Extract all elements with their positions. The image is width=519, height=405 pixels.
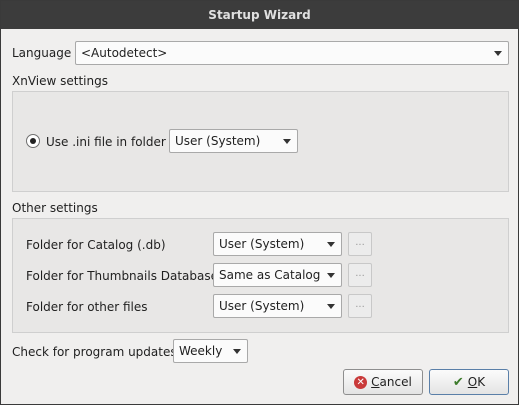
other-files-folder-select[interactable]: User (System): [213, 294, 342, 318]
use-ini-radio[interactable]: [26, 134, 40, 148]
catalog-folder-select-value: User (System): [219, 237, 305, 251]
language-select[interactable]: <Autodetect>: [75, 41, 509, 65]
thumbnails-folder-select-value: Same as Catalog: [219, 268, 321, 282]
language-label: Language: [12, 46, 72, 60]
cancel-button-label: Cancel: [371, 375, 412, 389]
ini-folder-select-value: User (System): [175, 134, 261, 148]
language-select-value: <Autodetect>: [81, 46, 168, 60]
radio-selected-dot: [30, 138, 36, 144]
cancel-button[interactable]: ✕ Cancel: [343, 369, 423, 395]
ok-mnemonic: O: [467, 375, 478, 389]
catalog-folder-select[interactable]: User (System): [213, 232, 342, 256]
other-settings-header: Other settings: [12, 201, 98, 215]
xnview-settings-header: XnView settings: [12, 74, 108, 88]
chevron-down-icon: [233, 349, 241, 354]
ok-button[interactable]: ✔ OK: [429, 369, 509, 395]
updates-frequency-select[interactable]: Weekly: [173, 339, 248, 363]
cancel-label-rest: ancel: [379, 375, 412, 389]
cancel-mnemonic: C: [371, 375, 380, 389]
ini-folder-select[interactable]: User (System): [169, 129, 298, 153]
title-bar: Startup Wizard: [1, 1, 518, 29]
thumbnails-folder-label: Folder for Thumbnails Database: [26, 269, 219, 283]
chevron-down-icon: [327, 304, 335, 309]
chevron-down-icon: [283, 139, 291, 144]
other-files-folder-select-value: User (System): [219, 299, 305, 313]
catalog-folder-label: Folder for Catalog (.db): [26, 238, 166, 252]
ok-label-rest: K: [477, 375, 486, 389]
updates-label: Check for program updates: [12, 345, 177, 359]
ok-button-label: OK: [468, 375, 485, 389]
thumbnails-folder-select[interactable]: Same as Catalog: [213, 263, 342, 287]
chevron-down-icon: [494, 51, 502, 56]
startup-wizard-window: Startup Wizard Language <Autodetect> XnV…: [0, 0, 519, 405]
chevron-down-icon: [327, 242, 335, 247]
updates-frequency-select-value: Weekly: [179, 344, 223, 358]
use-ini-label: Use .ini file in folder: [46, 135, 166, 149]
window-title: Startup Wizard: [208, 8, 311, 22]
checkmark-icon: ✔: [452, 374, 464, 390]
catalog-browse-button[interactable]: ...: [348, 232, 372, 256]
chevron-down-icon: [327, 273, 335, 278]
thumbnails-browse-button[interactable]: ...: [348, 263, 372, 287]
other-files-folder-label: Folder for other files: [26, 300, 148, 314]
other-files-browse-button[interactable]: ...: [348, 294, 372, 318]
cancel-icon: ✕: [354, 375, 368, 389]
